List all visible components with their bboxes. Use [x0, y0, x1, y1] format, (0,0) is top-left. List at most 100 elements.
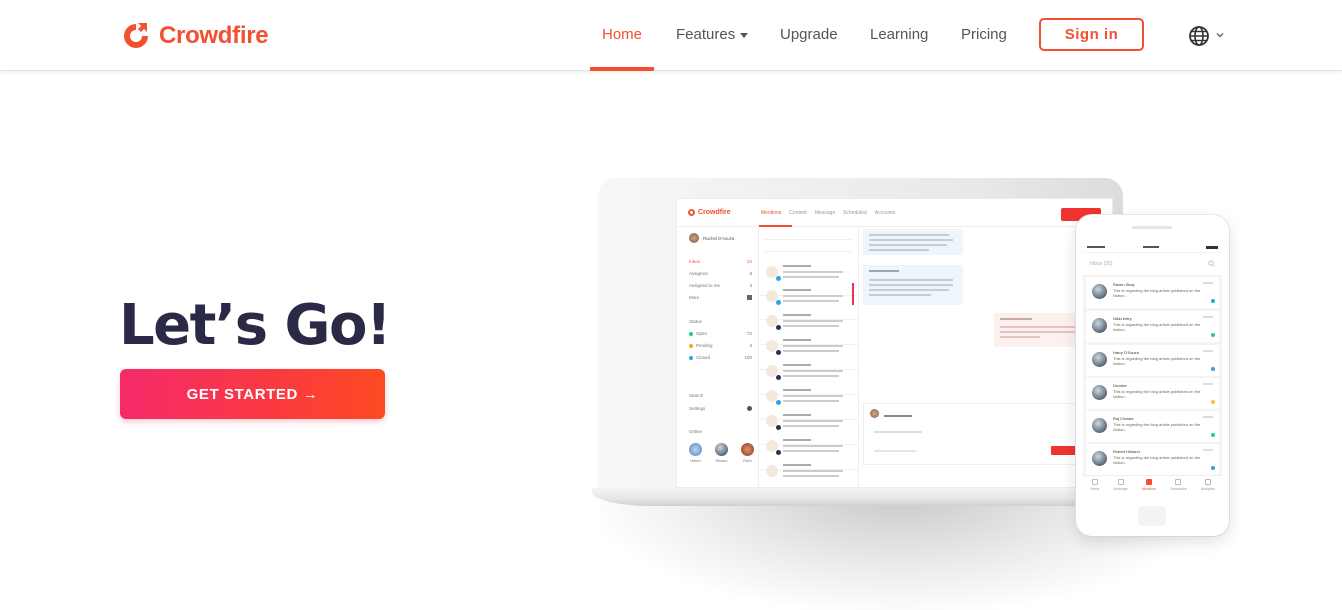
phone-mockup: Inbox (25) Raven Skay This is regarding t… [1076, 215, 1229, 536]
sidebar-count: 3 [749, 283, 752, 288]
sidebar-row-search: Search [689, 393, 752, 398]
phone-tab-bar: Home Message Mentions Scheduled Analytic… [1083, 475, 1222, 498]
status-label: Closed [696, 355, 711, 360]
settings-icon [747, 406, 752, 411]
status-count: 3 [749, 343, 752, 348]
phone-tab-mentions: Mentions [1142, 479, 1156, 498]
chat-thread [859, 227, 1112, 487]
nav-upgrade[interactable]: Upgrade [780, 26, 838, 43]
chat-bubble-icon [1145, 479, 1152, 485]
hero-title: Let’s Go! [119, 293, 392, 358]
list-filter [765, 245, 851, 252]
status-dot [689, 343, 693, 348]
app-topbar: Crowdfire Mentions Content Message Sched… [677, 199, 1112, 227]
status-dot [689, 355, 693, 360]
reply-input [874, 431, 922, 433]
status-label: Pending [696, 343, 713, 348]
phone-inbox-header: Inbox (25) [1083, 253, 1222, 275]
sign-in-button[interactable]: Sign in [1039, 18, 1144, 51]
nav-pricing[interactable]: Pricing [961, 26, 1007, 43]
sidebar-row-assigned-me: Assigned to me 3 [689, 283, 752, 288]
home-icon [1091, 479, 1098, 485]
user-name: Ruth [743, 458, 752, 463]
phone-status-bar [1083, 244, 1222, 252]
message-avatar [1092, 451, 1107, 466]
message-sender: Robert Holland [1113, 449, 1140, 454]
analytics-icon [1204, 479, 1211, 485]
list-scroll-indicator [852, 283, 854, 305]
message-preview: This is regarding the blog article publi… [1113, 322, 1201, 332]
message-preview: This is regarding the blog article publi… [1113, 455, 1201, 465]
app-tab-scheduled: Scheduled [843, 210, 867, 216]
nav-home[interactable]: Home [602, 26, 642, 43]
sidebar-label: Assigned to me [689, 283, 721, 288]
caret-down-icon [740, 32, 749, 38]
online-user: Shawn [715, 443, 728, 463]
message-avatar [1092, 318, 1107, 333]
sidebar-row-inbox: Inbox 24 [689, 259, 752, 264]
phone-message-item: Nikki entry This is regarding the blog ar… [1086, 311, 1219, 342]
message-status-dot [1211, 433, 1215, 437]
nav-features[interactable]: Features [676, 26, 749, 43]
tab-label: Analytics [1200, 487, 1215, 491]
sidebar-row-more: More [689, 295, 752, 300]
phone-inbox-label: Inbox (25) [1090, 261, 1113, 267]
user-avatar [715, 443, 728, 456]
online-heading-label: Online [689, 429, 703, 434]
app-profile: Rachel D'souza [689, 233, 734, 243]
user-avatar [741, 443, 754, 456]
message-icon [1117, 479, 1124, 485]
crowdfire-logo-icon [124, 23, 148, 48]
sidebar-count: 24 [746, 259, 752, 264]
reply-composer [863, 403, 1111, 465]
reply-avatar [870, 409, 879, 418]
sidebar-count: 8 [749, 271, 752, 276]
get-started-button[interactable]: GET STARTED → [120, 369, 385, 419]
laptop-screen-mockup: Crowdfire Mentions Content Message Sched… [676, 198, 1113, 488]
online-user: Ruth [741, 443, 754, 463]
app-tabs: Mentions Content Message Scheduled Accou… [761, 210, 895, 216]
message-preview: This is regarding the blog article publi… [1113, 356, 1201, 366]
app-sidebar: Rachel D'souza Inbox 24 Assigned 8 Assigne… [677, 227, 759, 487]
message-sender: Raven Skay [1113, 282, 1135, 287]
phone-tab-message: Message [1114, 479, 1128, 498]
list-search [765, 233, 851, 240]
app-tab-message: Message [814, 210, 836, 216]
message-preview: This is regarding the blog article publi… [1113, 389, 1201, 399]
phone-message-item: Raven Skay This is regarding the blog art… [1086, 277, 1219, 308]
sidebar-row-assigned: Assigned 8 [689, 271, 752, 276]
phone-message-item: Harry D'Souza This is regarding the blog … [1086, 345, 1219, 376]
message-status-dot [1211, 333, 1215, 337]
user-name: Shawn [715, 458, 728, 463]
app-tab-mentions: Mentions [761, 210, 782, 216]
phone-message-item: Robert Holland This is regarding the blog… [1086, 444, 1219, 475]
chevron-down-icon[interactable] [1215, 30, 1225, 40]
message-avatar [1092, 352, 1107, 367]
status-dot [689, 331, 693, 336]
app-logo-text: Crowdfire [698, 209, 731, 216]
message-sender: Drucker [1113, 383, 1128, 388]
sidebar-row-settings: Settings [689, 406, 752, 411]
status-row-closed: Closed 100 [689, 355, 752, 360]
message-status-dot [1211, 367, 1215, 371]
tab-label: Home [1090, 487, 1100, 491]
list-item [759, 458, 858, 487]
nav-learning[interactable]: Learning [870, 26, 928, 43]
globe-icon[interactable] [1188, 25, 1210, 47]
message-sender: Nikki entry [1113, 316, 1132, 321]
nav-features-label: Features [676, 26, 736, 43]
phone-message-item: Drucker This is regarding the blog articl… [1086, 378, 1219, 409]
status-row-open: Open 72 [689, 331, 752, 336]
tab-label: Mentions [1141, 487, 1157, 491]
status-count: 72 [746, 331, 752, 336]
sidebar-label: Assigned [689, 271, 708, 276]
phone-tab-scheduled: Scheduled [1170, 479, 1187, 498]
crowdfire-logo[interactable]: Crowdfire [120, 20, 269, 52]
message-status-dot [1211, 299, 1215, 303]
message-avatar [1092, 418, 1107, 433]
profile-avatar [689, 233, 699, 243]
sidebar-label: Search [689, 393, 704, 398]
search-icon [1208, 260, 1215, 267]
reply-note [874, 450, 916, 452]
phone-screen: Inbox (25) Raven Skay This is regarding t… [1083, 244, 1222, 498]
